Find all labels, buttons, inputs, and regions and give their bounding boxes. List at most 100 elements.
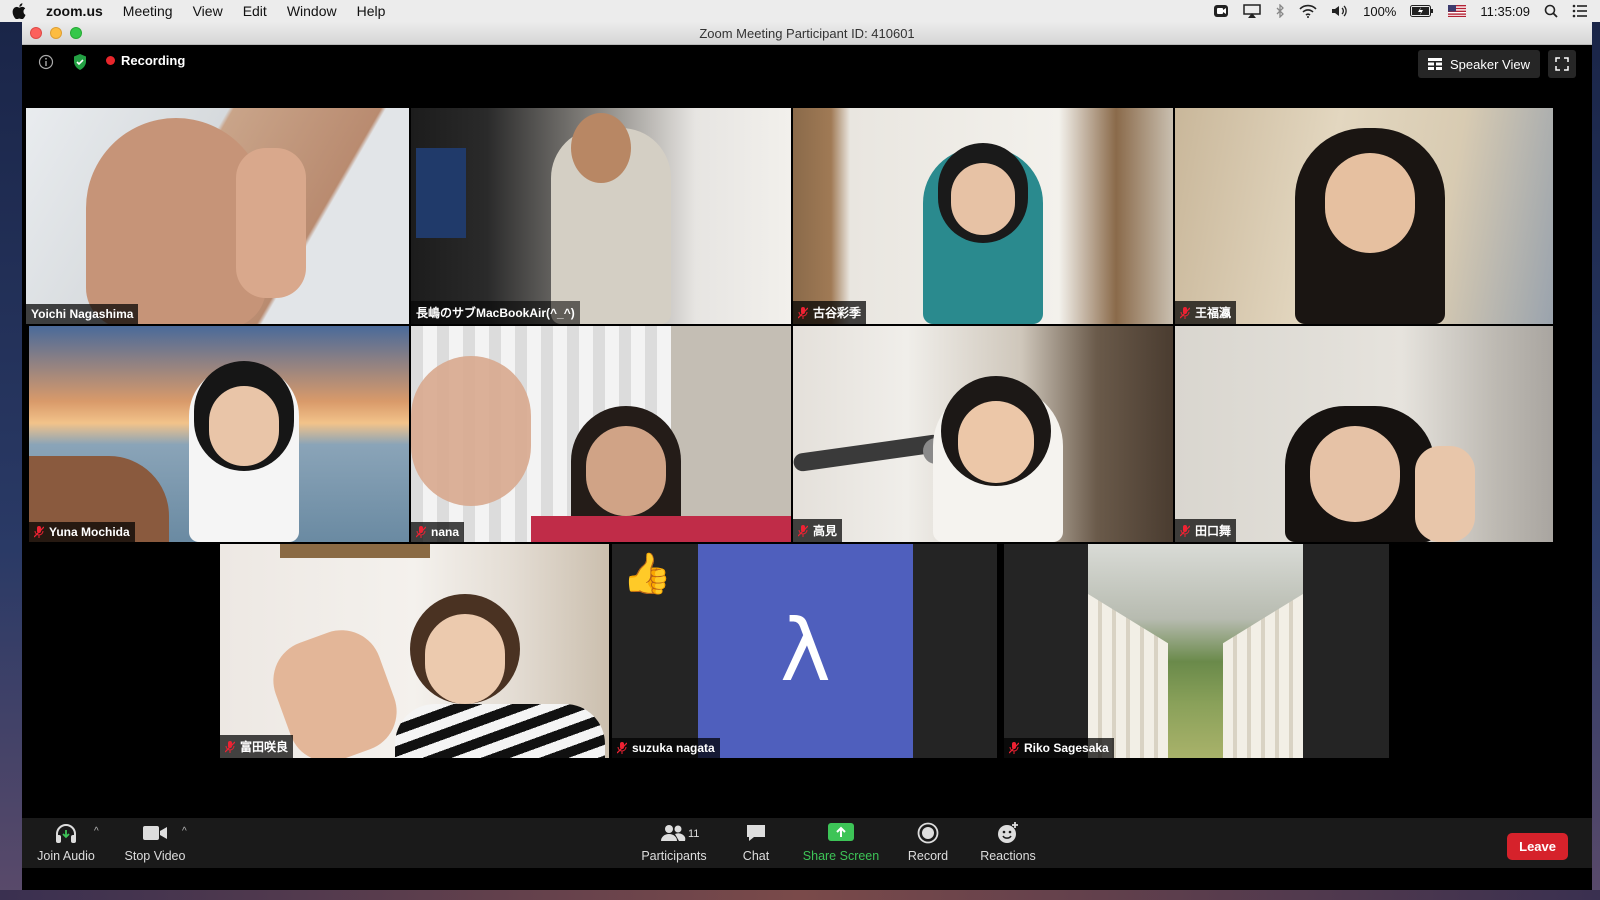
share-screen-button[interactable]: Share Screen [800, 818, 882, 868]
participant-face [958, 401, 1034, 483]
battery-percent: 100% [1363, 3, 1397, 19]
recording-indicator[interactable]: Recording [106, 53, 185, 68]
bluetooth-icon[interactable] [1275, 4, 1285, 18]
muted-mic-icon [1180, 524, 1190, 537]
speaker-view-button[interactable]: Speaker View [1418, 50, 1540, 78]
apple-icon[interactable] [12, 3, 26, 19]
menu-window[interactable]: Window [287, 3, 337, 19]
encryption-shield-icon[interactable] [72, 53, 88, 71]
chat-button[interactable]: Chat [734, 818, 778, 868]
background-wall [671, 326, 791, 542]
participant-nametag: 田口舞 [1175, 519, 1237, 542]
menu-help[interactable]: Help [357, 3, 386, 19]
muted-mic-icon [225, 740, 235, 753]
menubar-clock[interactable]: 11:35:09 [1480, 4, 1530, 19]
participant-nametag: suzuka nagata [612, 738, 720, 758]
airplay-icon[interactable] [1243, 4, 1261, 18]
video-tile[interactable]: nana [411, 326, 791, 542]
video-tile[interactable]: Yoichi Nagashima [26, 108, 409, 324]
participant-face [209, 386, 279, 466]
reactions-smiley-icon [996, 821, 1020, 845]
close-window-button[interactable] [30, 27, 42, 39]
participant-name: 高見 [813, 524, 838, 538]
menu-app[interactable]: zoom.us [46, 3, 103, 19]
peace-sign-hand [1415, 446, 1475, 542]
video-tile[interactable]: 富田咲良 [220, 544, 609, 758]
participant-count: 11 [688, 828, 700, 840]
muted-mic-icon [617, 742, 627, 754]
reactions-label: Reactions [980, 849, 1036, 863]
video-tile[interactable]: 高見 [793, 326, 1173, 542]
battery-icon[interactable] [1410, 5, 1434, 17]
participant-name: Riko Sagesaka [1024, 741, 1109, 755]
record-icon [917, 821, 939, 845]
spotlight-search-icon[interactable] [1544, 4, 1558, 18]
video-tile[interactable]: 古谷彩季 [793, 108, 1173, 324]
record-button[interactable]: Record [902, 818, 954, 868]
fullscreen-button[interactable] [1548, 50, 1576, 78]
record-label: Record [907, 849, 949, 863]
video-tile[interactable]: 田口舞 [1175, 326, 1553, 542]
background-fabric [531, 516, 791, 542]
participants-label: Participants [641, 849, 707, 863]
recording-dot-icon [106, 56, 115, 65]
participants-button[interactable]: Participants [638, 818, 710, 868]
desktop-background-right [1592, 22, 1600, 900]
participant-face [951, 163, 1015, 235]
fullscreen-icon [1555, 57, 1569, 71]
reactions-button[interactable]: Reactions [976, 818, 1040, 868]
meeting-info-icon[interactable] [38, 54, 54, 70]
participant-face [1310, 426, 1400, 522]
participant-face [1325, 153, 1415, 253]
video-camera-icon [142, 821, 168, 845]
video-tile[interactable]: Yuna Mochida [29, 326, 409, 542]
crowd-left [1088, 594, 1168, 758]
menu-edit[interactable]: Edit [243, 3, 267, 19]
participant-face [586, 426, 666, 516]
leave-meeting-button[interactable]: Leave [1507, 833, 1568, 860]
participant-nametag: 高見 [793, 519, 843, 542]
video-options-caret-icon[interactable]: ^ [182, 826, 187, 837]
zoom-window-button[interactable] [70, 27, 82, 39]
minimize-window-button[interactable] [50, 27, 62, 39]
recording-label: Recording [121, 53, 186, 68]
thumbs-up-reaction-icon: 👍 [622, 552, 672, 596]
wifi-icon[interactable] [1299, 4, 1317, 18]
share-screen-icon [828, 821, 854, 845]
participant-nametag: 王福瀛 [1175, 301, 1237, 324]
muted-mic-icon [1009, 742, 1019, 754]
notification-center-icon[interactable] [1572, 4, 1588, 18]
participant-face [425, 614, 505, 704]
join-audio-button[interactable]: Join Audio [34, 818, 98, 868]
participant-nametag: Yuna Mochida [29, 522, 135, 542]
chat-bubble-icon [745, 821, 767, 845]
video-tile[interactable]: 長嶋のサブMacBookAir(^_^) [411, 108, 791, 324]
window-titlebar[interactable]: Zoom Meeting Participant ID: 410601 [22, 22, 1592, 45]
participant-name: 王福瀛 [1195, 306, 1232, 320]
stop-video-button[interactable]: Stop Video [120, 818, 190, 868]
video-tile[interactable]: Riko Sagesaka [1004, 544, 1389, 758]
muted-mic-icon [798, 524, 808, 537]
video-tile[interactable]: 王福瀛 [1175, 108, 1553, 324]
audio-options-caret-icon[interactable]: ^ [94, 826, 99, 837]
grid-view-icon [1428, 58, 1443, 70]
muted-mic-icon [1180, 306, 1190, 319]
speaker-view-label: Speaker View [1450, 56, 1530, 72]
participant-nametag: 古谷彩季 [793, 301, 867, 324]
chat-label: Chat [742, 849, 770, 863]
join-audio-label: Join Audio [37, 849, 95, 863]
crowd-right [1223, 594, 1303, 758]
share-screen-label: Share Screen [802, 849, 880, 863]
profile-avatar: λ [698, 544, 913, 758]
menu-view[interactable]: View [193, 3, 223, 19]
us-flag-icon[interactable] [1448, 5, 1467, 17]
volume-icon[interactable] [1331, 4, 1349, 18]
participant-name: Yuna Mochida [49, 525, 130, 539]
peace-sign-hand [236, 148, 306, 298]
menu-meeting[interactable]: Meeting [123, 3, 173, 19]
zoom-status-icon[interactable] [1213, 4, 1229, 18]
video-tile[interactable]: λ 👍 suzuka nagata [612, 544, 997, 758]
striped-shirt [395, 704, 605, 758]
meeting-top-bar: Recording Speaker View [22, 45, 1592, 85]
headphones-icon [54, 821, 78, 845]
